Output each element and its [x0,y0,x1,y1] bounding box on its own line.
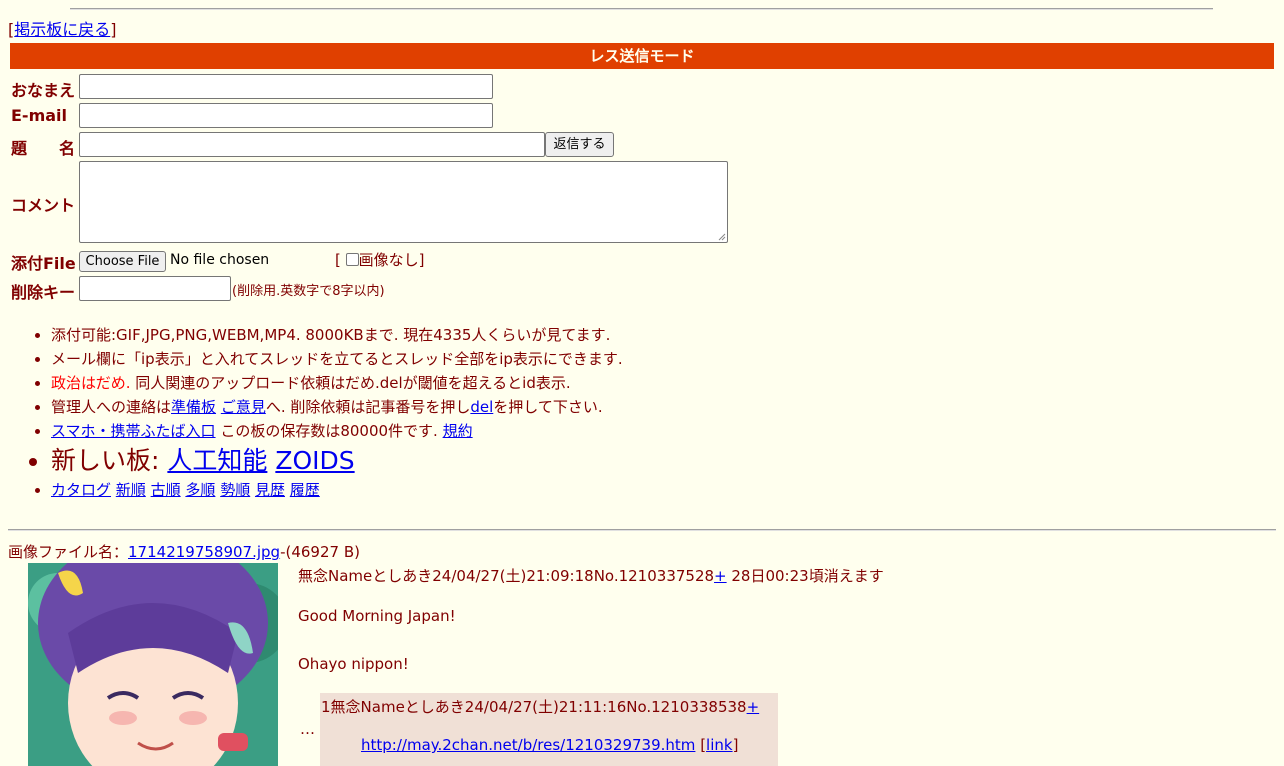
subject-input[interactable] [79,132,545,157]
note-attachments: 添付可能:GIF,JPG,PNG,WEBM,MP4. 8000KBまで. 現在4… [51,323,623,347]
expire-notice: 28日00:23頃消えます [726,567,884,585]
note-rules-text: 同人関連のアップロード依頼はだめ.delが閾値を超えるとid表示. [130,374,571,392]
thread-divider [8,529,1276,531]
link-link[interactable]: link [706,736,733,754]
del-link[interactable]: del [470,398,493,416]
top-divider [70,8,1213,10]
image-file-label: 画像ファイル名： [8,543,129,561]
back-to-board-link[interactable]: 掲示板に戻る [14,20,110,39]
note-rules: 政治はだめ. 同人関連のアップロード依頼はだめ.delが閾値を超えるとid表示. [51,371,623,395]
delete-key-input[interactable] [79,276,231,301]
sort-old-link[interactable]: 古順 [151,481,181,499]
no-image-label: 画像なし [358,251,419,269]
bracket: ] [732,736,739,754]
soudane-link[interactable]: + [714,567,727,585]
subject-label: 題 名 [11,139,76,158]
post-history-link[interactable]: 履歴 [290,481,320,499]
sort-links: カタログ 新順 古順 多順 勢順 見歴 履歴 [51,478,623,502]
note-text: この板の保存数は80000件です. [215,422,443,440]
mobile-entrance-link[interactable]: スマホ・携帯ふたば入口 [51,422,216,440]
sort-new-link[interactable]: 新順 [116,481,146,499]
prep-board-link[interactable]: 準備板 [171,398,216,416]
resize-handle-icon[interactable] [718,233,726,241]
sort-momentum-link[interactable]: 勢順 [220,481,250,499]
reply-mode-header: レス送信モード [10,43,1274,69]
image-file-link[interactable]: 1714219758907.jpg [128,543,280,561]
post-body: Good Morning Japan! Ohayo nippon! [298,604,456,676]
delete-key-hint: (削除用.英数字で8字以内) [232,284,385,299]
zoids-board-link[interactable]: ZOIDS [275,446,354,475]
ai-board-link[interactable]: 人工知能 [167,446,267,475]
feedback-link[interactable]: ご意見 [221,398,266,416]
note-text: へ. 削除依頼は記事番号を押し [265,398,471,416]
thread-url-link[interactable]: http://may.2chan.net/b/res/1210329739.ht… [361,736,695,754]
sort-many-link[interactable]: 多順 [185,481,215,499]
no-image-checkbox[interactable] [345,253,359,266]
no-image-option: [ 画像なし] [335,249,425,270]
bracket: ] [418,251,425,269]
post-line: Ohayo nippon! [298,655,409,673]
reply-soudane-link[interactable]: + [747,698,760,716]
note-contact: 管理人への連絡は準備板 ご意見へ. 削除依頼は記事番号を押しdelを押して下さい… [51,395,623,419]
delete-key-label: 削除キー [11,283,76,302]
anime-girl-image [28,563,278,766]
email-label: E-mail [11,106,68,125]
name-input[interactable] [79,74,493,99]
view-history-link[interactable]: 見歴 [255,481,285,499]
reply-post: 1無念Nameとしあき24/04/27(土)21:11:16No.1210338… [320,693,778,766]
no-file-text: No file chosen [170,252,270,268]
note-politics: 政治はだめ. [51,374,131,392]
post-meta: 無念Nameとしあき24/04/27(土)21:09:18No.12103375… [298,567,715,585]
reply-body: http://may.2chan.net/b/res/1210329739.ht… [361,736,738,754]
note-ip-display: メール欄に「ip表示」と入れてスレッドを立てるとスレッド全部をip表示にできます… [51,347,623,371]
back-link-area: [掲示板に戻る] [8,19,117,41]
note-text: を押して下さい. [493,398,603,416]
name-label: おなまえ [11,81,76,100]
email-input[interactable] [79,103,493,128]
comment-textarea[interactable] [79,161,728,243]
note-mobile: スマホ・携帯ふたば入口 この板の保存数は80000件です. 規約 [51,419,623,443]
bracket: [ [335,251,341,269]
new-boards-label: 新しい板: [51,446,168,475]
image-file-size: -(46927 B) [280,543,360,561]
board-notes: 添付可能:GIF,JPG,PNG,WEBM,MP4. 8000KBまで. 現在4… [30,323,623,502]
bracket: [ [695,736,707,754]
reply-header: 1無念Nameとしあき24/04/27(土)21:11:16No.1210338… [321,696,759,717]
reply-meta: 1無念Nameとしあき24/04/27(土)21:11:16No.1210338… [321,698,747,716]
file-label: 添付File [11,254,76,273]
choose-file-button[interactable]: Choose File [79,251,166,272]
comment-label: コメント [11,196,76,215]
terms-link[interactable]: 規約 [443,422,473,440]
thread-thumbnail[interactable] [28,563,278,766]
reply-indent-marker: … [300,720,315,738]
image-file-info: 画像ファイル名：1714219758907.jpg-(46927 B) [8,541,360,563]
note-text: 管理人への連絡は [51,398,172,416]
bracket: ] [110,20,117,39]
submit-reply-button[interactable]: 返信する [545,132,614,157]
catalog-link[interactable]: カタログ [51,481,111,499]
post-line: Good Morning Japan! [298,607,456,625]
post-header: 無念Nameとしあき24/04/27(土)21:09:18No.12103375… [298,565,884,587]
new-boards: 新しい板: 人工知能 ZOIDS [51,443,623,478]
